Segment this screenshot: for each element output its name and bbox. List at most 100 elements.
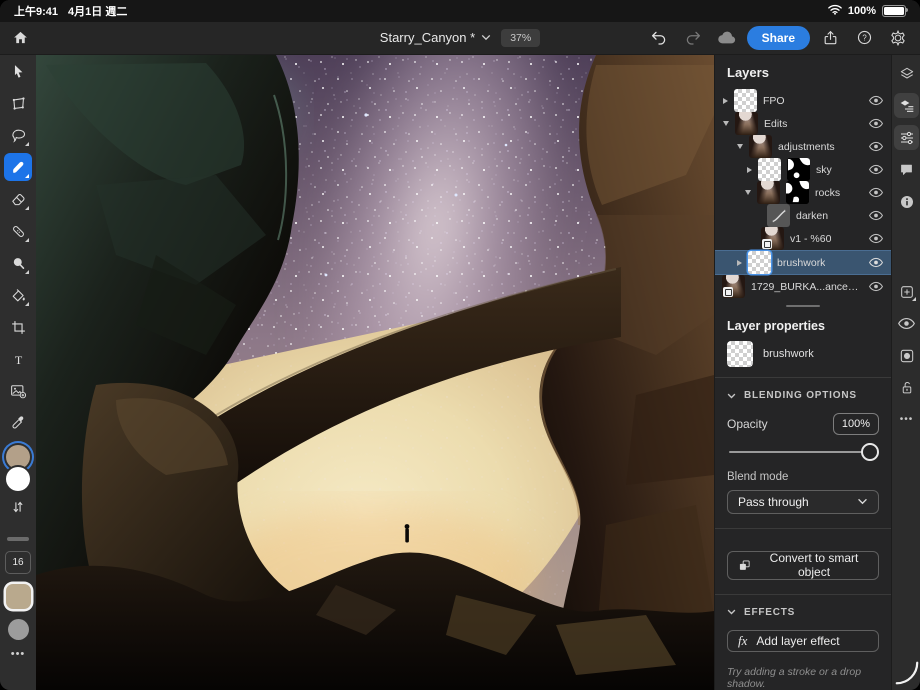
app-header: Starry_Canyon * 37% Share ? (0, 21, 920, 55)
rail-more-button[interactable]: ••• (894, 407, 919, 432)
transform-tool[interactable] (4, 89, 32, 117)
layer-row-rocks[interactable]: rocks (715, 181, 891, 204)
chevron-right-icon[interactable] (747, 166, 752, 173)
type-icon: T (14, 352, 22, 366)
panel-drag-handle[interactable] (786, 305, 820, 308)
add-layer-effect-button[interactable]: fx Add layer effect (727, 629, 879, 652)
convert-smart-object-button[interactable]: Convert to smart object (727, 550, 879, 580)
mask-icon (900, 349, 913, 362)
layer-thumbnail[interactable] (749, 135, 772, 158)
blend-mode-dropdown[interactable]: Pass through (727, 489, 879, 515)
blend-mode-value: Pass through (738, 494, 809, 509)
eye-icon[interactable] (869, 187, 883, 198)
brush-tool[interactable] (4, 153, 32, 181)
healing-brush-tool[interactable] (4, 217, 32, 245)
layer-row-darken[interactable]: darken (715, 204, 891, 227)
lock-layer-button[interactable] (894, 375, 919, 400)
toolbar-more-button[interactable]: ••• (11, 648, 26, 660)
effects-header[interactable]: EFFECTS (715, 605, 891, 630)
move-tool[interactable] (4, 57, 32, 85)
chevron-down-icon[interactable] (737, 144, 743, 149)
svg-text:?: ? (862, 34, 867, 43)
layer-visibility-button[interactable] (894, 311, 919, 336)
chevron-down-icon[interactable] (745, 190, 751, 195)
document-title[interactable]: Starry_Canyon * (380, 30, 491, 45)
adjustments-button[interactable] (894, 125, 919, 150)
undo-button[interactable] (645, 25, 673, 51)
fill-tool[interactable] (4, 281, 32, 309)
type-tool[interactable]: T (4, 345, 32, 373)
layer-row-adjustments[interactable]: adjustments (715, 135, 891, 158)
compact-layers-button[interactable] (894, 93, 919, 118)
opacity-slider[interactable] (729, 443, 879, 462)
eraser-tool[interactable] (4, 185, 32, 213)
eye-icon[interactable] (869, 233, 883, 244)
eye-icon[interactable] (869, 257, 883, 268)
layers-view-button[interactable] (894, 61, 919, 86)
layer-row-v1[interactable]: v1 - %60 (715, 227, 891, 250)
export-button[interactable] (816, 25, 844, 51)
blending-options-header[interactable]: BLENDING OPTIONS (715, 388, 891, 413)
right-rail: ••• (891, 55, 920, 690)
document-canvas[interactable] (36, 0, 714, 690)
layer-thumbnail[interactable] (734, 89, 757, 112)
add-layer-button[interactable] (894, 279, 919, 304)
brush-size-badge[interactable]: 16 (5, 551, 31, 574)
color-chips[interactable] (3, 445, 33, 493)
opacity-value[interactable]: 100% (832, 413, 879, 436)
toolbar-drag-handle[interactable] (7, 537, 29, 541)
layer-thumbnail[interactable] (722, 275, 745, 298)
comments-button[interactable] (894, 157, 919, 182)
cloud-sync-button[interactable] (713, 25, 741, 51)
crop-tool[interactable] (4, 313, 32, 341)
help-button[interactable]: ? (850, 25, 878, 51)
chevron-right-icon[interactable] (737, 259, 742, 266)
background-color-chip[interactable] (6, 467, 30, 491)
eye-icon[interactable] (869, 95, 883, 106)
place-photo-tool[interactable] (4, 377, 32, 405)
eye-icon[interactable] (869, 118, 883, 129)
eyedropper-tool[interactable] (4, 409, 32, 437)
layer-thumbnail[interactable] (757, 181, 780, 204)
eye-icon[interactable] (869, 281, 883, 292)
layer-row-brushwork[interactable]: brushwork (715, 250, 891, 275)
chevron-down-icon[interactable] (723, 121, 729, 126)
eye-icon[interactable] (869, 210, 883, 221)
zoom-level-badge[interactable]: 37% (501, 28, 541, 47)
home-icon (13, 32, 27, 44)
move-cursor-icon (14, 64, 22, 78)
lasso-select-tool[interactable] (4, 121, 32, 149)
slider-knob[interactable] (861, 443, 879, 462)
compact-layers-icon (900, 99, 913, 112)
layer-row-edits[interactable]: Edits (715, 112, 891, 135)
adjustment-layer-thumbnail[interactable] (767, 204, 790, 227)
eye-icon[interactable] (869, 164, 883, 175)
layer-thumbnail[interactable] (761, 227, 784, 250)
share-button[interactable]: Share (746, 25, 810, 50)
settings-button[interactable] (884, 25, 912, 51)
layer-thumbnail[interactable] (748, 251, 771, 274)
layer-mask-button[interactable] (894, 343, 919, 368)
chevron-down-icon (727, 393, 736, 398)
divider (715, 593, 891, 595)
layer-mask-thumbnail[interactable] (787, 158, 810, 181)
layer-row-fpo[interactable]: FPO (715, 89, 891, 112)
layer-thumbnail[interactable] (735, 112, 758, 135)
ipad-status-bar: 上午9:41 4月1日 週二 100% (0, 0, 920, 22)
eye-icon[interactable] (869, 141, 883, 152)
layer-row-sky[interactable]: sky (715, 158, 891, 181)
layer-thumbnail[interactable] (758, 158, 781, 181)
layer-mask-thumbnail[interactable] (786, 181, 809, 204)
brush-preview[interactable] (7, 619, 29, 640)
info-button[interactable] (894, 189, 919, 214)
home-button[interactable] (6, 25, 34, 51)
redo-button[interactable] (679, 25, 707, 51)
paint-bucket-icon (12, 288, 25, 301)
swap-colors-button[interactable] (4, 493, 32, 521)
layer-row-background[interactable]: 1729_BURKA...anced-NR33 (715, 275, 891, 298)
foreground-color-chip[interactable] (6, 445, 30, 469)
fx-icon: fx (738, 632, 748, 648)
chevron-right-icon[interactable] (723, 97, 728, 104)
magnifier-tool[interactable] (4, 249, 32, 277)
brush-color-swatch[interactable] (5, 584, 31, 609)
